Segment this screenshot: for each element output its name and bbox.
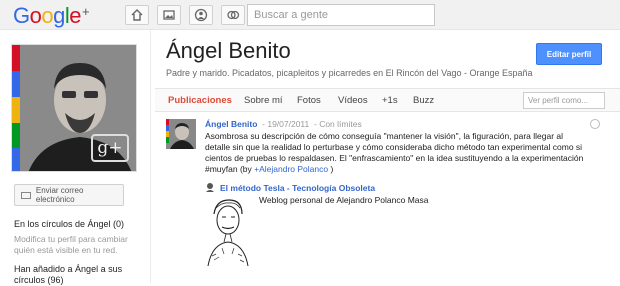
gplus-badge: g+ xyxy=(91,134,129,162)
post-visibility[interactable]: Con límites xyxy=(319,119,362,129)
logo-text: Google xyxy=(13,3,82,28)
stripe-blue xyxy=(12,71,20,97)
stripe-green xyxy=(12,123,20,148)
post-body: Asombrosa su descripción de cómo consegu… xyxy=(205,131,590,175)
view-profile-as-input[interactable]: Ver perfil como... xyxy=(523,92,605,109)
tab-publicaciones[interactable]: Publicaciones xyxy=(168,95,232,106)
send-email-button[interactable]: Enviar correo electrónico xyxy=(14,184,124,206)
circles-hint: Modifica tu perfil para cambiar quién es… xyxy=(14,234,128,255)
top-bar: Google+ Buscar a gente xyxy=(0,0,620,30)
logo-letter: G xyxy=(13,3,30,28)
search-input[interactable]: Buscar a gente xyxy=(247,4,435,26)
shared-link-description: Weblog personal de Alejandro Polanco Mas… xyxy=(259,195,429,205)
post-menu-chevron-icon[interactable] xyxy=(590,119,600,129)
home-icon[interactable] xyxy=(125,5,149,25)
mention-link[interactable]: +Alejandro Polanco xyxy=(254,164,328,174)
profile-photo[interactable]: g+ xyxy=(11,44,137,172)
envelope-icon xyxy=(21,191,31,199)
circles-icon[interactable] xyxy=(221,5,245,25)
tab-plus-ones[interactable]: +1s xyxy=(382,95,398,106)
stripe-red xyxy=(12,45,20,71)
logo-plus: + xyxy=(82,4,90,19)
post-author-avatar[interactable] xyxy=(166,119,196,149)
photos-icon[interactable] xyxy=(157,5,181,25)
tab-buzz[interactable]: Buzz xyxy=(413,95,434,106)
column-divider xyxy=(150,30,151,283)
send-email-label: Enviar correo electrónico xyxy=(35,186,84,204)
google-plus-logo[interactable]: Google+ xyxy=(13,3,90,29)
shared-link-title[interactable]: El método Tesla - Tecnología Obsoleta xyxy=(220,183,375,193)
edit-profile-button[interactable]: Editar perfil xyxy=(536,43,602,65)
logo-letter: o xyxy=(29,3,42,28)
logo-letter: g xyxy=(53,3,65,28)
post-text-end: ) xyxy=(328,164,334,174)
stripe-yellow xyxy=(12,97,20,123)
profile-name: Ángel Benito xyxy=(166,38,291,63)
post-header: Ángel Benito - 19/07/2011 - Con límites xyxy=(205,119,362,129)
post-date[interactable]: 19/07/2011 xyxy=(267,119,309,129)
tesla-favicon-icon xyxy=(206,183,214,192)
tab-fotos[interactable]: Fotos xyxy=(297,95,321,106)
profile-icon[interactable] xyxy=(189,5,213,25)
tesla-sketch-image[interactable] xyxy=(202,196,252,266)
stripe-blue-2 xyxy=(12,148,20,171)
profile-tagline: Padre y marido. Picadatos, picapleitos y… xyxy=(166,68,533,78)
post-author[interactable]: Ángel Benito xyxy=(205,119,257,129)
logo-letter: e xyxy=(69,3,82,28)
logo-letter: o xyxy=(41,3,54,28)
tab-sobre-mi[interactable]: Sobre mí xyxy=(244,95,283,106)
profile-tabs: Publicaciones Sobre mí Fotos Vídeos +1s … xyxy=(155,88,620,112)
tab-videos[interactable]: Vídeos xyxy=(338,95,368,106)
circles-heading[interactable]: En los círculos de Ángel (0) xyxy=(14,219,124,229)
